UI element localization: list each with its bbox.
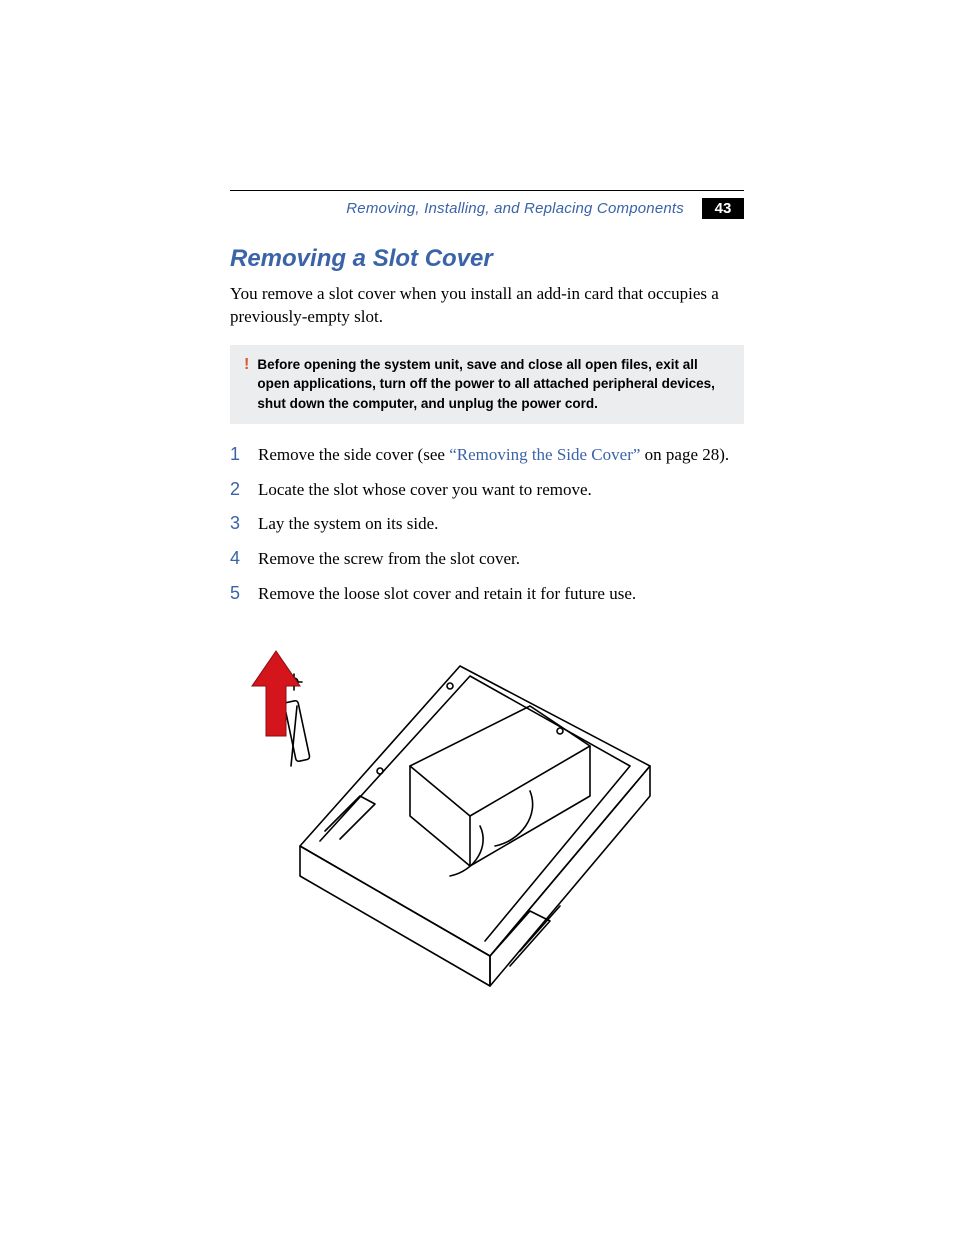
- step-4-text: Remove the screw from the slot cover.: [258, 548, 520, 571]
- step-1-post: on page 28).: [640, 445, 729, 464]
- caution-text: Before opening the system unit, save and…: [257, 355, 730, 414]
- page: Removing, Installing, and Replacing Comp…: [0, 0, 954, 1235]
- step-4: Remove the screw from the slot cover.: [230, 546, 744, 571]
- figure-slot-cover-removal: [230, 616, 744, 996]
- chassis-illustration-icon: [230, 616, 670, 996]
- step-5-text: Remove the loose slot cover and retain i…: [258, 583, 636, 606]
- steps-list: Remove the side cover (see “Removing the…: [230, 442, 744, 607]
- caution-box: ! Before opening the system unit, save a…: [230, 345, 744, 424]
- step-2-text: Locate the slot whose cover you want to …: [258, 479, 592, 502]
- step-5: Remove the loose slot cover and retain i…: [230, 581, 744, 606]
- step-1: Remove the side cover (see “Removing the…: [230, 442, 744, 467]
- step-1-pre: Remove the side cover (see: [258, 445, 449, 464]
- step-3: Lay the system on its side.: [230, 511, 744, 536]
- section-intro: You remove a slot cover when you install…: [230, 283, 744, 329]
- running-header: Removing, Installing, and Replacing Comp…: [346, 198, 744, 219]
- step-2: Locate the slot whose cover you want to …: [230, 477, 744, 502]
- section-title: Removing a Slot Cover: [230, 245, 744, 273]
- page-number-badge: 43: [702, 198, 744, 219]
- content-area: Removing a Slot Cover You remove a slot …: [230, 245, 744, 996]
- caution-icon: !: [244, 355, 249, 414]
- step-3-text: Lay the system on its side.: [258, 513, 438, 536]
- header-rule: [230, 190, 744, 191]
- running-header-title: Removing, Installing, and Replacing Comp…: [346, 200, 684, 217]
- step-1-xref[interactable]: “Removing the Side Cover”: [449, 445, 640, 464]
